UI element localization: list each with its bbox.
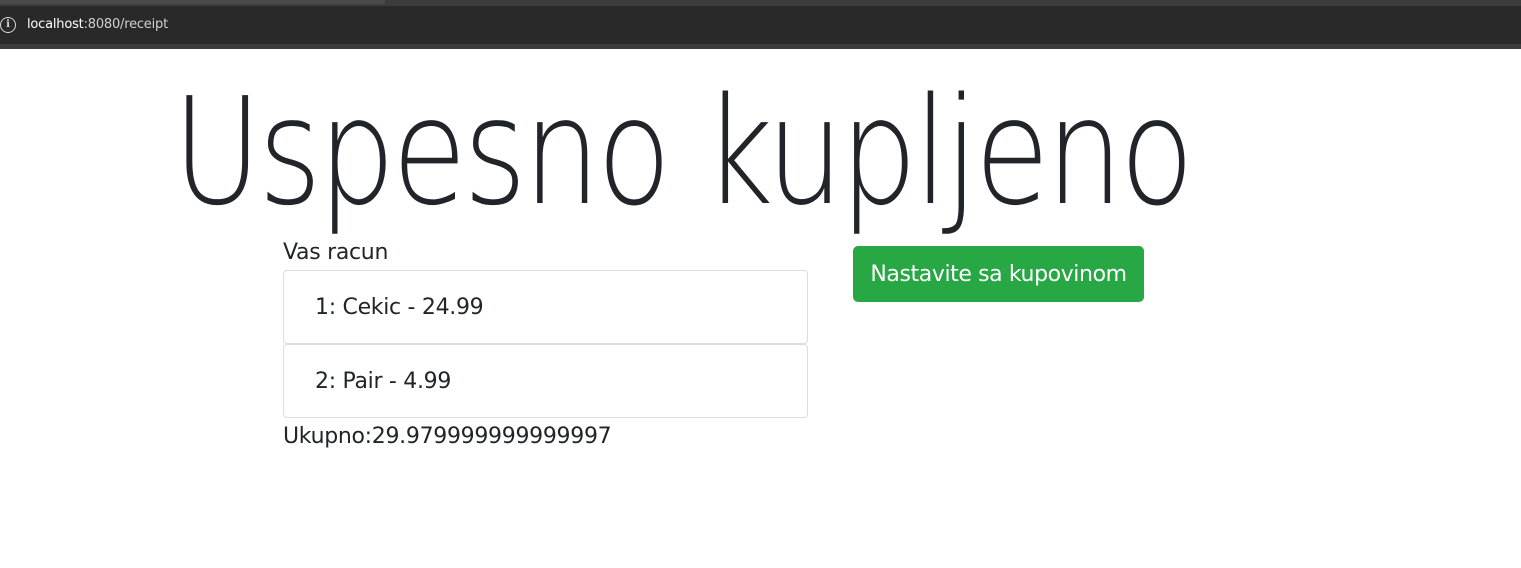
- browser-tab-edge: [0, 0, 385, 4]
- continue-shopping-button[interactable]: Nastavite sa kupovinom: [853, 246, 1144, 302]
- receipt-item: 1: Cekic - 24.99: [283, 270, 808, 344]
- toolbar-divider: [0, 44, 1521, 49]
- url-host: localhost: [27, 17, 84, 32]
- receipt-item: 2: Pair - 4.99: [283, 344, 808, 418]
- receipt-list: 1: Cekic - 24.99 2: Pair - 4.99: [283, 270, 808, 418]
- url-path: :8080/receipt: [83, 17, 169, 32]
- address-bar[interactable]: i localhost:8080/receipt: [0, 6, 1521, 44]
- url-text[interactable]: localhost:8080/receipt: [27, 17, 168, 32]
- receipt-total: Ukupno:29.979999999999997: [283, 424, 612, 449]
- page-title: Uspesno kupljeno: [172, 66, 1194, 238]
- receipt-label: Vas racun: [283, 240, 389, 265]
- info-icon[interactable]: i: [0, 17, 16, 33]
